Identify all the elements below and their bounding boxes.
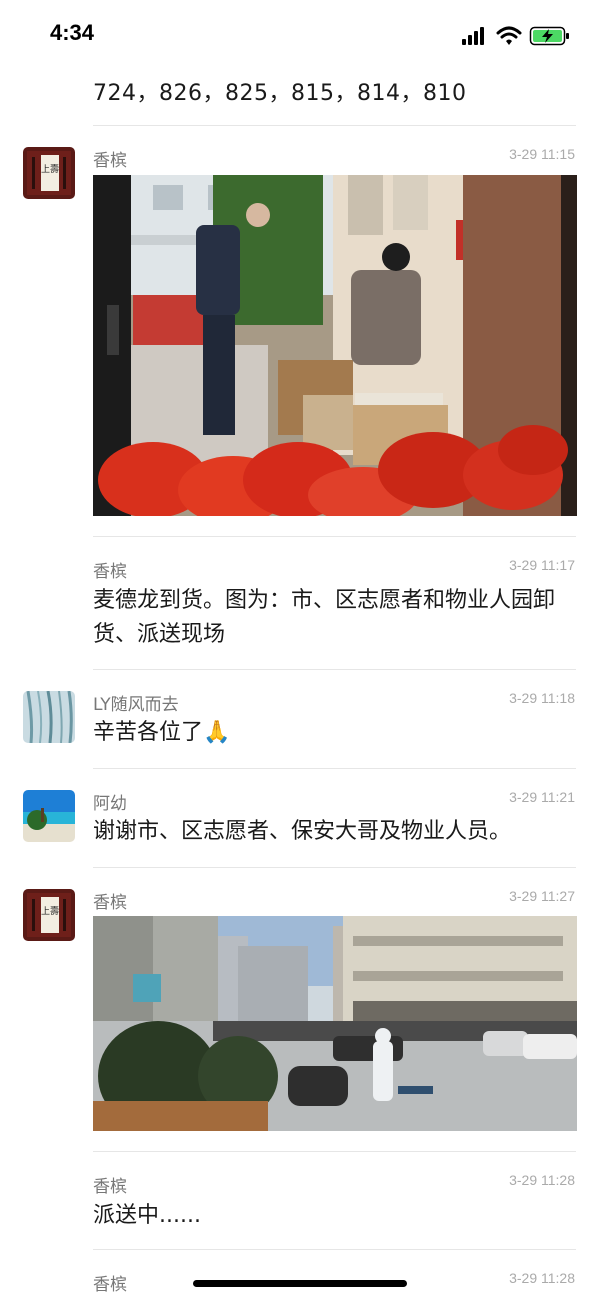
message-time: 3-29 11:17 <box>509 557 575 573</box>
calligraphy-avatar-icon: 上壽 <box>23 147 75 199</box>
message-text: 派送中...... <box>93 1203 201 1228</box>
status-icons <box>462 24 572 48</box>
message-text: 麦德龙到货。图为：市、区志愿者和物业人园卸货、派送现场 <box>93 588 556 647</box>
avatar-text: 上壽 <box>41 163 59 175</box>
message-time: 3-29 11:15 <box>509 146 575 162</box>
status-bar: 4:34 <box>0 0 600 70</box>
status-time: 4:34 <box>50 20 95 45</box>
divider <box>93 125 576 126</box>
divider <box>93 768 576 769</box>
message-time: 3-29 11:28 <box>509 1172 575 1188</box>
divider <box>93 1249 576 1250</box>
status-icons-svg <box>462 26 569 46</box>
sender-name: 香槟 <box>93 562 127 582</box>
message-text: 辛苦各位了🙏 <box>93 720 231 745</box>
divider <box>93 1151 576 1152</box>
calligraphy-avatar-icon: 上壽 <box>23 889 75 941</box>
wifi-icon <box>496 26 522 45</box>
divider <box>93 867 576 868</box>
photo-delivery-scene <box>93 916 577 1131</box>
avatar-text: 上壽 <box>41 905 59 917</box>
message-time: 3-29 11:21 <box>509 789 575 805</box>
avatar-xiangbin[interactable]: 上壽 <box>23 147 75 199</box>
sender-name: LY随风而去 <box>93 695 179 715</box>
divider <box>93 536 576 537</box>
message-time: 3-29 11:28 <box>509 1270 575 1286</box>
message-text-top: 724，826，825，815，814，810 <box>93 81 467 106</box>
avatar-ayou[interactable] <box>23 790 75 842</box>
divider <box>93 669 576 670</box>
message-time: 3-29 11:27 <box>509 888 575 904</box>
sender-name: 阿幼 <box>93 794 127 814</box>
sender-name: 香槟 <box>93 1177 127 1197</box>
willow-avatar-icon <box>23 691 75 743</box>
sender-name: 香槟 <box>93 1275 127 1295</box>
sender-name: 香槟 <box>93 151 127 171</box>
battery-icon <box>529 26 569 46</box>
message-time: 3-29 11:18 <box>509 690 575 706</box>
photo-unloading-scene <box>93 175 577 516</box>
avatar-ly[interactable] <box>23 691 75 743</box>
beach-avatar-icon <box>23 790 75 842</box>
signal-icon <box>462 27 484 45</box>
message-photo-delivery[interactable] <box>93 916 577 1131</box>
sender-name: 香槟 <box>93 893 127 913</box>
avatar-xiangbin[interactable]: 上壽 <box>23 889 75 941</box>
home-indicator[interactable] <box>193 1280 407 1287</box>
message-text: 谢谢市、区志愿者、保安大哥及物业人员。 <box>93 819 512 844</box>
message-photo-unloading[interactable] <box>93 175 577 516</box>
